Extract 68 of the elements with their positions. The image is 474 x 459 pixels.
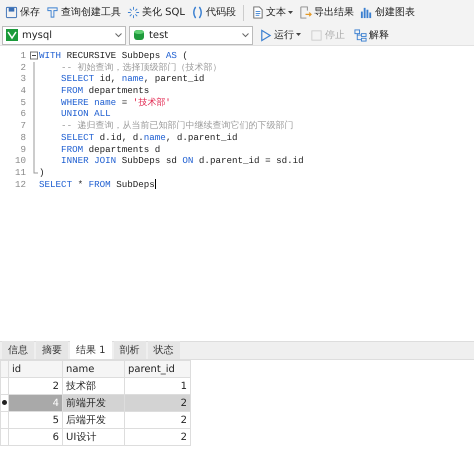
code-line: FROM departments xyxy=(60,85,150,97)
result-tab[interactable]: 状态 xyxy=(148,341,180,359)
export-icon xyxy=(298,6,312,19)
line-number: 12 xyxy=(14,178,27,190)
save-icon xyxy=(5,6,18,19)
table-cell: 4 xyxy=(8,394,62,412)
column-header[interactable]: parent_id xyxy=(124,360,190,378)
tree-icon xyxy=(354,28,367,42)
toolbar-button[interactable]: 保存 xyxy=(2,2,43,24)
line-number: 6 xyxy=(19,108,27,120)
line-number: 5 xyxy=(19,96,27,108)
code-line: SELECT id, name, parent_id xyxy=(60,73,204,86)
toolbar-button[interactable]: 创建图表 xyxy=(356,2,418,24)
code-line: FROM departments d xyxy=(60,144,160,156)
code-line: -- 初始查询，选择顶级部门（技术部） xyxy=(60,62,222,74)
parentheses-icon xyxy=(190,6,204,19)
fold-toggle-icon[interactable] xyxy=(30,50,39,62)
table-cell: 5 xyxy=(8,412,62,428)
chevron-down-icon xyxy=(115,32,122,38)
line-number: 1 xyxy=(19,50,27,62)
toolbar-button[interactable]: 导出结果 xyxy=(296,2,357,24)
document-icon xyxy=(250,6,264,19)
toolbar-button[interactable]: 运行 xyxy=(256,24,304,46)
line-number: 9 xyxy=(19,144,27,156)
connection-icon xyxy=(6,29,18,41)
code-line: ) xyxy=(39,166,45,179)
code-line: WHERE name = '技术部' xyxy=(60,96,171,108)
line-number: 8 xyxy=(19,132,27,144)
row-pointer-icon xyxy=(1,399,8,406)
column-header[interactable]: id xyxy=(8,360,62,378)
connection-dropdown[interactable]: mysql xyxy=(2,26,126,44)
line-number: 11 xyxy=(14,166,27,179)
t-shaped-icon xyxy=(46,6,59,19)
table-cell: 前端开发 xyxy=(62,394,124,412)
toolbar-button[interactable]: 查询创建工具 xyxy=(43,2,124,24)
code-line: UNION ALL xyxy=(60,108,111,120)
table-cell: 后端开发 xyxy=(62,412,124,428)
result-tab[interactable]: 剖析 xyxy=(114,341,146,359)
code-line: INNER JOIN SubDeps sd ON d.parent_id = sd.id xyxy=(60,155,304,167)
database-icon xyxy=(133,29,145,41)
code-line: -- 递归查询，从当前已知部门中继续查询它们的下级部门 xyxy=(60,120,294,132)
table-cell: 2 xyxy=(124,428,190,446)
database-dropdown[interactable]: test xyxy=(129,26,253,44)
stop-icon xyxy=(310,28,323,42)
table-cell: 2 xyxy=(124,394,190,412)
line-number: 7 xyxy=(19,120,27,132)
toolbar-button[interactable]: 美化 SQL xyxy=(124,2,188,24)
play-icon xyxy=(259,28,272,42)
code-line: SELECT * FROM SubDeps xyxy=(39,178,155,190)
line-number: 3 xyxy=(19,73,27,86)
result-tab[interactable]: 信息 xyxy=(2,341,34,359)
table-cell: UI设计 xyxy=(62,428,124,446)
toolbar-button[interactable]: 代码段 xyxy=(188,2,239,24)
chevron-down-icon xyxy=(242,32,249,38)
toolbar-button[interactable]: 文本 xyxy=(248,2,296,24)
column-header[interactable]: name xyxy=(62,360,124,378)
line-number: 4 xyxy=(19,85,27,97)
code-line: WITH RECURSIVE SubDeps AS ( xyxy=(39,50,188,62)
sparkle-icon xyxy=(127,6,140,19)
code-line: SELECT d.id, d.name, d.parent_id xyxy=(60,132,238,144)
table-cell: 6 xyxy=(8,428,62,446)
line-number: 2 xyxy=(19,62,27,74)
toolbar-button[interactable]: 解释 xyxy=(351,24,392,46)
result-tab[interactable]: 摘要 xyxy=(36,341,68,359)
line-number: 10 xyxy=(14,155,27,167)
table-cell: 2 xyxy=(124,412,190,428)
result-tab[interactable]: 结果 1 xyxy=(70,341,112,359)
bar-chart-icon xyxy=(360,6,373,19)
